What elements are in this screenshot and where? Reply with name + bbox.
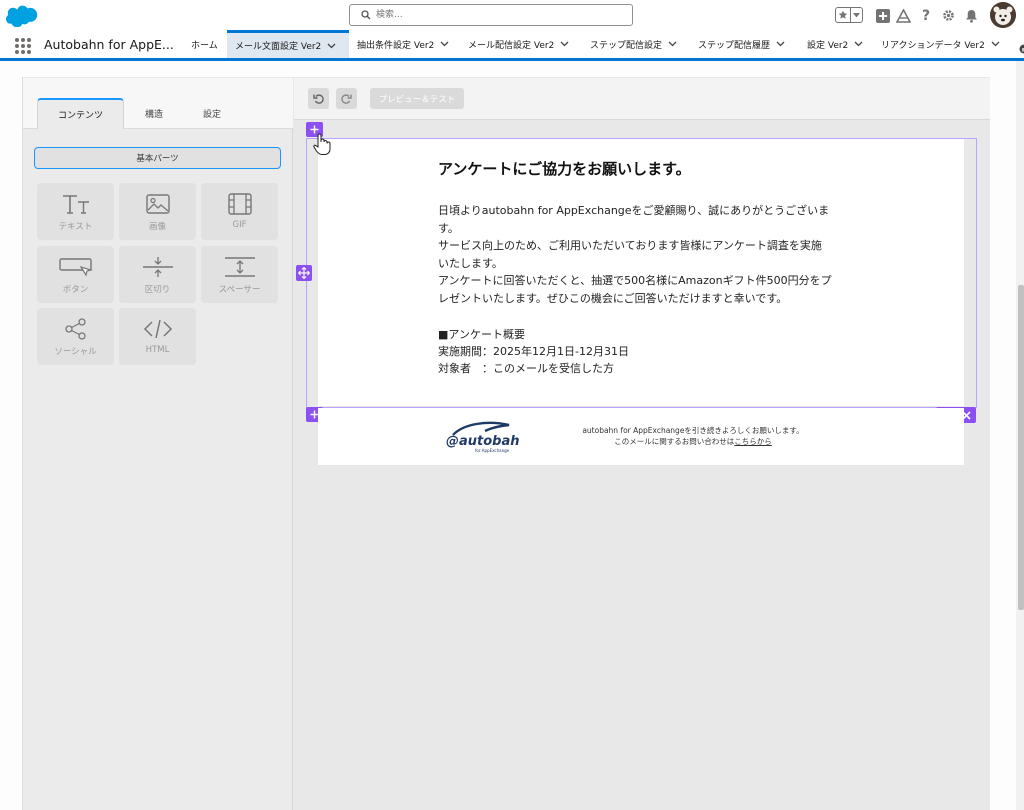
social-icon	[64, 317, 88, 341]
user-avatar[interactable]	[990, 2, 1016, 28]
chevron-down-icon[interactable]	[854, 41, 863, 47]
trailhead-icon[interactable]	[896, 8, 911, 23]
nav-tab-label: ステップ配信履歴	[698, 40, 771, 51]
html-icon	[143, 317, 173, 341]
email-message: 日頃よりautobahn for AppExchangeをご愛顧賜り、誠にありが…	[438, 202, 838, 307]
chevron-down-icon[interactable]	[851, 8, 862, 22]
star-icon[interactable]	[836, 8, 852, 22]
app-name: Autobahn for AppE...	[44, 37, 174, 52]
nav-tab-step-history[interactable]: ステップ配信履歴	[690, 30, 799, 58]
tab-settings[interactable]: 設定	[186, 98, 238, 129]
undo-icon	[313, 94, 324, 104]
summary-target: 対象者 ：このメールを受信した方	[438, 362, 614, 375]
nav-tab-label: メール配信設定 Ver2	[468, 40, 555, 51]
summary-period: 実施期間：2025年12月1日-12月31日	[438, 345, 629, 358]
email-paragraph: サービス向上のため、ご利用いただいております皆様にアンケート調査を実施 いたしま…	[438, 239, 822, 270]
spacer-icon	[224, 255, 256, 279]
summary-heading: ■アンケート概要	[438, 328, 525, 341]
info-icon[interactable]	[1016, 39, 1024, 54]
nav-tab-home[interactable]: ホーム	[183, 30, 227, 58]
block-image[interactable]: 画像	[119, 183, 196, 240]
footer-line: autobahn for AppExchangeを引き続きよろしくお願いします。	[582, 426, 804, 435]
redo-icon	[341, 94, 352, 104]
block-label: GIF	[232, 220, 247, 230]
nav-tab-step-delivery[interactable]: ステップ配信設定	[582, 30, 690, 58]
email-title: アンケートにご協力をお願いします。	[438, 160, 691, 178]
block-button[interactable]: ボタン	[37, 246, 114, 303]
navigation-bar: Autobahn for AppE... ホーム メール文面設定 Ver2 抽出…	[0, 30, 1024, 61]
move-row-handle[interactable]	[296, 265, 312, 281]
tab-structure[interactable]: 構造	[128, 98, 180, 129]
chevron-down-icon[interactable]	[327, 43, 336, 49]
footer-message: autobahn for AppExchangeを引き続きよろしくお願いします。…	[568, 425, 818, 447]
global-search[interactable]	[349, 4, 633, 26]
basic-parts-header[interactable]: 基本パーツ	[34, 147, 281, 169]
block-text[interactable]: テキスト	[37, 183, 114, 240]
email-paragraph: 日頃よりautobahn for AppExchangeをご愛顧賜り、誠にありが…	[438, 204, 830, 235]
divider-icon	[142, 255, 174, 279]
survey-summary: ■アンケート概要実施期間：2025年12月1日-12月31日 対象者 ：このメール…	[438, 326, 629, 377]
gif-icon	[227, 192, 252, 216]
chevron-down-icon[interactable]	[668, 41, 677, 47]
search-input[interactable]	[376, 7, 626, 23]
block-label: 画像	[148, 222, 166, 232]
help-icon[interactable]: ?	[920, 8, 932, 24]
autobahn-logo: @autobahn for AppExchange	[446, 421, 519, 453]
favorites-group	[835, 7, 863, 23]
nav-tab-label: メール文面設定 Ver2	[235, 42, 322, 52]
bell-icon[interactable]	[964, 8, 979, 23]
block-divider[interactable]: 区切り	[119, 246, 196, 303]
undo-button[interactable]	[308, 88, 329, 109]
nav-tab-label: 抽出条件設定 Ver2	[357, 40, 435, 51]
text-icon	[61, 192, 91, 216]
nav-tab-label: ステップ配信設定	[590, 40, 663, 51]
nav-tab-label: ホーム	[191, 40, 218, 51]
email-paragraph: アンケートに回答いただくと、抽選で500名様にAmazonギフト件500円分をプ…	[438, 274, 832, 305]
move-icon	[298, 267, 310, 279]
nav-tab-reaction-data[interactable]: リアクションデータ Ver2	[873, 30, 1016, 58]
image-icon	[145, 192, 170, 216]
nav-tab-settings[interactable]: 設定 Ver2	[799, 30, 873, 58]
footer-contact-text: このメールに関するお問い合わせは	[614, 437, 735, 446]
salesforce-logo[interactable]	[6, 5, 38, 27]
block-label: ボタン	[62, 285, 89, 295]
redo-button[interactable]	[336, 88, 357, 109]
footer-line: このメールに関するお問い合わせはこちらから	[568, 436, 818, 447]
add-icon[interactable]	[875, 8, 890, 23]
gear-icon[interactable]	[941, 8, 956, 23]
preview-test-button[interactable]: プレビュー＆テスト	[370, 88, 464, 109]
nav-tab-label: リアクションデータ Ver2	[881, 40, 985, 51]
logo-subtext: for AppExchange	[475, 448, 510, 453]
tab-content[interactable]: コンテンツ	[37, 98, 124, 129]
chevron-down-icon[interactable]	[560, 41, 569, 47]
global-header: ?	[0, 0, 1024, 30]
nav-tab-extraction[interactable]: 抽出条件設定 Ver2	[349, 30, 460, 58]
button-icon	[58, 255, 93, 279]
chevron-down-icon[interactable]	[776, 41, 785, 47]
block-label: ソーシャル	[54, 347, 97, 357]
chevron-down-icon[interactable]	[991, 41, 1000, 47]
nav-tab-delivery[interactable]: メール配信設定 Ver2	[460, 30, 582, 58]
contact-link[interactable]: こちらから	[734, 437, 772, 446]
block-label: テキスト	[58, 222, 93, 232]
block-label: HTML	[145, 345, 170, 355]
block-spacer[interactable]: スペーサー	[201, 246, 278, 303]
nav-tab-label: 設定 Ver2	[807, 40, 849, 51]
block-gif[interactable]: GIF	[201, 183, 278, 240]
scrollbar-thumb[interactable]	[1018, 285, 1024, 610]
app-launcher-icon[interactable]	[15, 38, 31, 54]
block-label: 区切り	[144, 285, 171, 295]
nav-tab-mail-template[interactable]: メール文面設定 Ver2	[227, 30, 349, 58]
chevron-down-icon[interactable]	[440, 41, 449, 47]
block-social[interactable]: ソーシャル	[37, 308, 114, 365]
block-label: スペーサー	[218, 285, 261, 295]
hand-cursor-icon	[313, 133, 331, 155]
block-html[interactable]: HTML	[119, 308, 196, 365]
search-icon	[361, 10, 371, 20]
logo-text: @autobahn	[446, 434, 519, 449]
